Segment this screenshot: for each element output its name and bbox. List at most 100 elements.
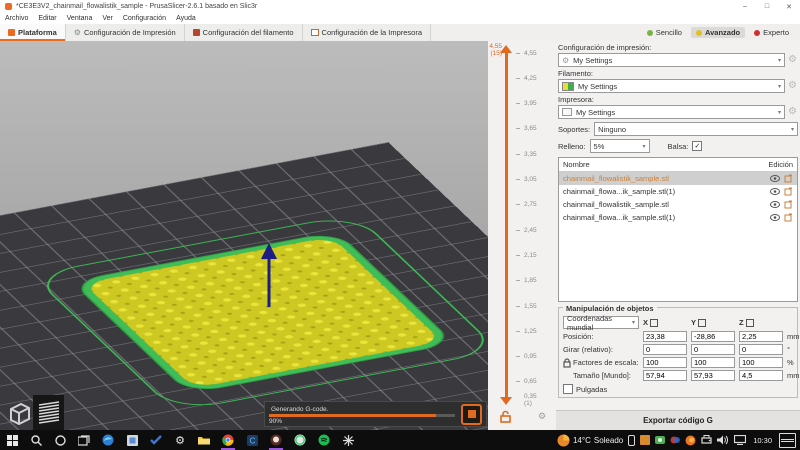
edit-icon[interactable] — [784, 174, 793, 183]
whatsapp-icon — [294, 434, 306, 446]
slider-lower-thumb[interactable] — [500, 397, 512, 405]
export-gcode-button[interactable]: Exportar código G — [556, 410, 800, 430]
platform-icon — [8, 29, 15, 36]
print-bed — [0, 142, 488, 430]
weather-widget[interactable]: 14°C Soleado — [557, 434, 623, 447]
tab-print-settings[interactable]: ⚙ Configuración de Impresión — [66, 24, 185, 41]
spotify-taskbar-icon[interactable] — [312, 430, 336, 450]
object-row[interactable]: chainmail_flowa...ik_sample.stl(1) — [559, 185, 797, 198]
printer-select[interactable]: My Settings ▾ — [558, 105, 785, 119]
eye-icon[interactable] — [770, 188, 780, 195]
menu-configuracion[interactable]: Configuración — [118, 15, 171, 22]
slider-upper-thumb[interactable] — [500, 45, 512, 53]
start-button[interactable] — [0, 430, 24, 450]
preview-layers-view-button[interactable] — [33, 395, 64, 430]
mode-expert-button[interactable]: Experto — [749, 27, 794, 38]
uniform-scale-lock-icon[interactable] — [563, 358, 571, 368]
printer-gear-button[interactable]: ⚙ — [787, 107, 798, 117]
coordinates-select[interactable]: Coordenadas mundial ▾ — [563, 316, 639, 329]
slider-settings-gear-icon[interactable]: ⚙ — [538, 411, 546, 422]
tray-green-app-icon[interactable] — [655, 436, 665, 444]
slider-bottom-layer: (1) — [524, 400, 537, 407]
tab-printer-settings[interactable]: Configuración de la Impresora — [303, 24, 431, 41]
stop-export-button[interactable] — [461, 404, 482, 425]
checkmark-app-taskbar-icon[interactable] — [144, 430, 168, 450]
cura-taskbar-icon[interactable]: C — [240, 430, 264, 450]
mode-simple-button[interactable]: Sencillo — [642, 27, 687, 38]
3d-viewport[interactable]: Generando G-code. 90% — [0, 41, 488, 430]
tray-firefox-icon[interactable] — [685, 435, 696, 446]
maximize-button[interactable]: □ — [756, 0, 778, 13]
chrome-taskbar-icon[interactable] — [216, 430, 240, 450]
size-z-input[interactable] — [739, 370, 783, 381]
minimize-button[interactable]: – — [734, 0, 756, 13]
layer-slider-track[interactable] — [505, 53, 508, 397]
printer-device-icon[interactable] — [701, 435, 712, 445]
edit-icon[interactable] — [784, 187, 793, 196]
settings-taskbar-icon[interactable]: ⚙ — [168, 430, 192, 450]
supports-select[interactable]: Ninguno ▾ — [594, 122, 798, 136]
search-button[interactable] — [24, 430, 48, 450]
stop-icon — [468, 410, 476, 418]
inches-checkbox[interactable] — [563, 384, 573, 394]
photos-taskbar-icon[interactable] — [120, 430, 144, 450]
eye-icon[interactable] — [770, 214, 780, 221]
position-y-input[interactable] — [691, 331, 735, 342]
menu-ver[interactable]: Ver — [97, 15, 118, 22]
filament-label: Filamento: — [558, 69, 800, 78]
eye-icon[interactable] — [770, 201, 780, 208]
scale-z-input[interactable] — [739, 357, 783, 368]
3d-editor-view-button[interactable] — [2, 395, 33, 430]
object-row[interactable]: chainmail_flowalistik_sample.stl — [559, 198, 797, 211]
eye-icon[interactable] — [770, 175, 780, 182]
tab-platform[interactable]: Plataforma — [0, 24, 66, 41]
scale-x-input[interactable] — [643, 357, 687, 368]
edge-taskbar-icon[interactable] — [96, 430, 120, 450]
size-y-input[interactable] — [691, 370, 735, 381]
supports-value: Ninguno — [598, 125, 787, 134]
infill-select[interactable]: 5% ▾ — [590, 139, 650, 153]
filament-gear-button[interactable]: ⚙ — [787, 81, 798, 91]
position-z-input[interactable] — [739, 331, 783, 342]
taskbar-clock[interactable]: 10:30 — [751, 436, 774, 445]
print-settings-gear-button[interactable]: ⚙ — [787, 55, 798, 65]
tab-filament-settings[interactable]: Configuración del filamento — [185, 24, 303, 41]
column-header-edit[interactable]: Edición — [768, 160, 793, 169]
file-explorer-taskbar-icon[interactable] — [192, 430, 216, 450]
tray-phone-icon[interactable] — [628, 435, 635, 446]
menu-ayuda[interactable]: Ayuda — [171, 15, 201, 22]
rotate-y-input[interactable] — [691, 344, 735, 355]
rotate-z-input[interactable] — [739, 344, 783, 355]
print-settings-select[interactable]: ⚙ My Settings ▾ — [558, 53, 785, 67]
edit-icon[interactable] — [784, 213, 793, 222]
raft-checkbox[interactable]: ✓ — [692, 141, 702, 151]
network-display-icon[interactable] — [734, 435, 746, 445]
close-button[interactable]: ✕ — [778, 0, 800, 13]
position-x-input[interactable] — [643, 331, 687, 342]
tray-multicolor-app-icon[interactable] — [670, 435, 680, 445]
axis-z-header: Z — [739, 318, 783, 327]
size-x-input[interactable] — [643, 370, 687, 381]
whatsapp-taskbar-icon[interactable] — [288, 430, 312, 450]
mode-advanced-button[interactable]: Avanzado — [691, 27, 745, 38]
menu-editar[interactable]: Editar — [33, 15, 61, 22]
remote-desktop-taskbar-icon[interactable] — [336, 430, 360, 450]
rotate-x-input[interactable] — [643, 344, 687, 355]
cortana-button[interactable] — [48, 430, 72, 450]
object-row[interactable]: chainmail_flowa...ik_sample.stl(1) — [559, 211, 797, 224]
volume-icon[interactable] — [717, 435, 729, 445]
object-row[interactable]: chainmail_flowalistik_sample.stl — [559, 172, 797, 185]
scale-y-input[interactable] — [691, 357, 735, 368]
action-center-icon[interactable] — [779, 433, 796, 448]
brave-taskbar-icon[interactable] — [264, 430, 288, 450]
menu-archivo[interactable]: Archivo — [0, 15, 33, 22]
supports-label: Soportes: — [558, 125, 590, 134]
edit-icon[interactable] — [784, 200, 793, 209]
object-name: chainmail_flowa...ik_sample.stl(1) — [563, 187, 766, 196]
filament-select[interactable]: My Settings ▾ — [558, 79, 785, 93]
tray-orange-app-icon[interactable] — [640, 435, 650, 445]
task-view-button[interactable] — [72, 430, 96, 450]
menu-ventana[interactable]: Ventana — [62, 15, 98, 22]
unlock-icon[interactable] — [500, 410, 511, 423]
column-header-name[interactable]: Nombre — [563, 160, 768, 169]
